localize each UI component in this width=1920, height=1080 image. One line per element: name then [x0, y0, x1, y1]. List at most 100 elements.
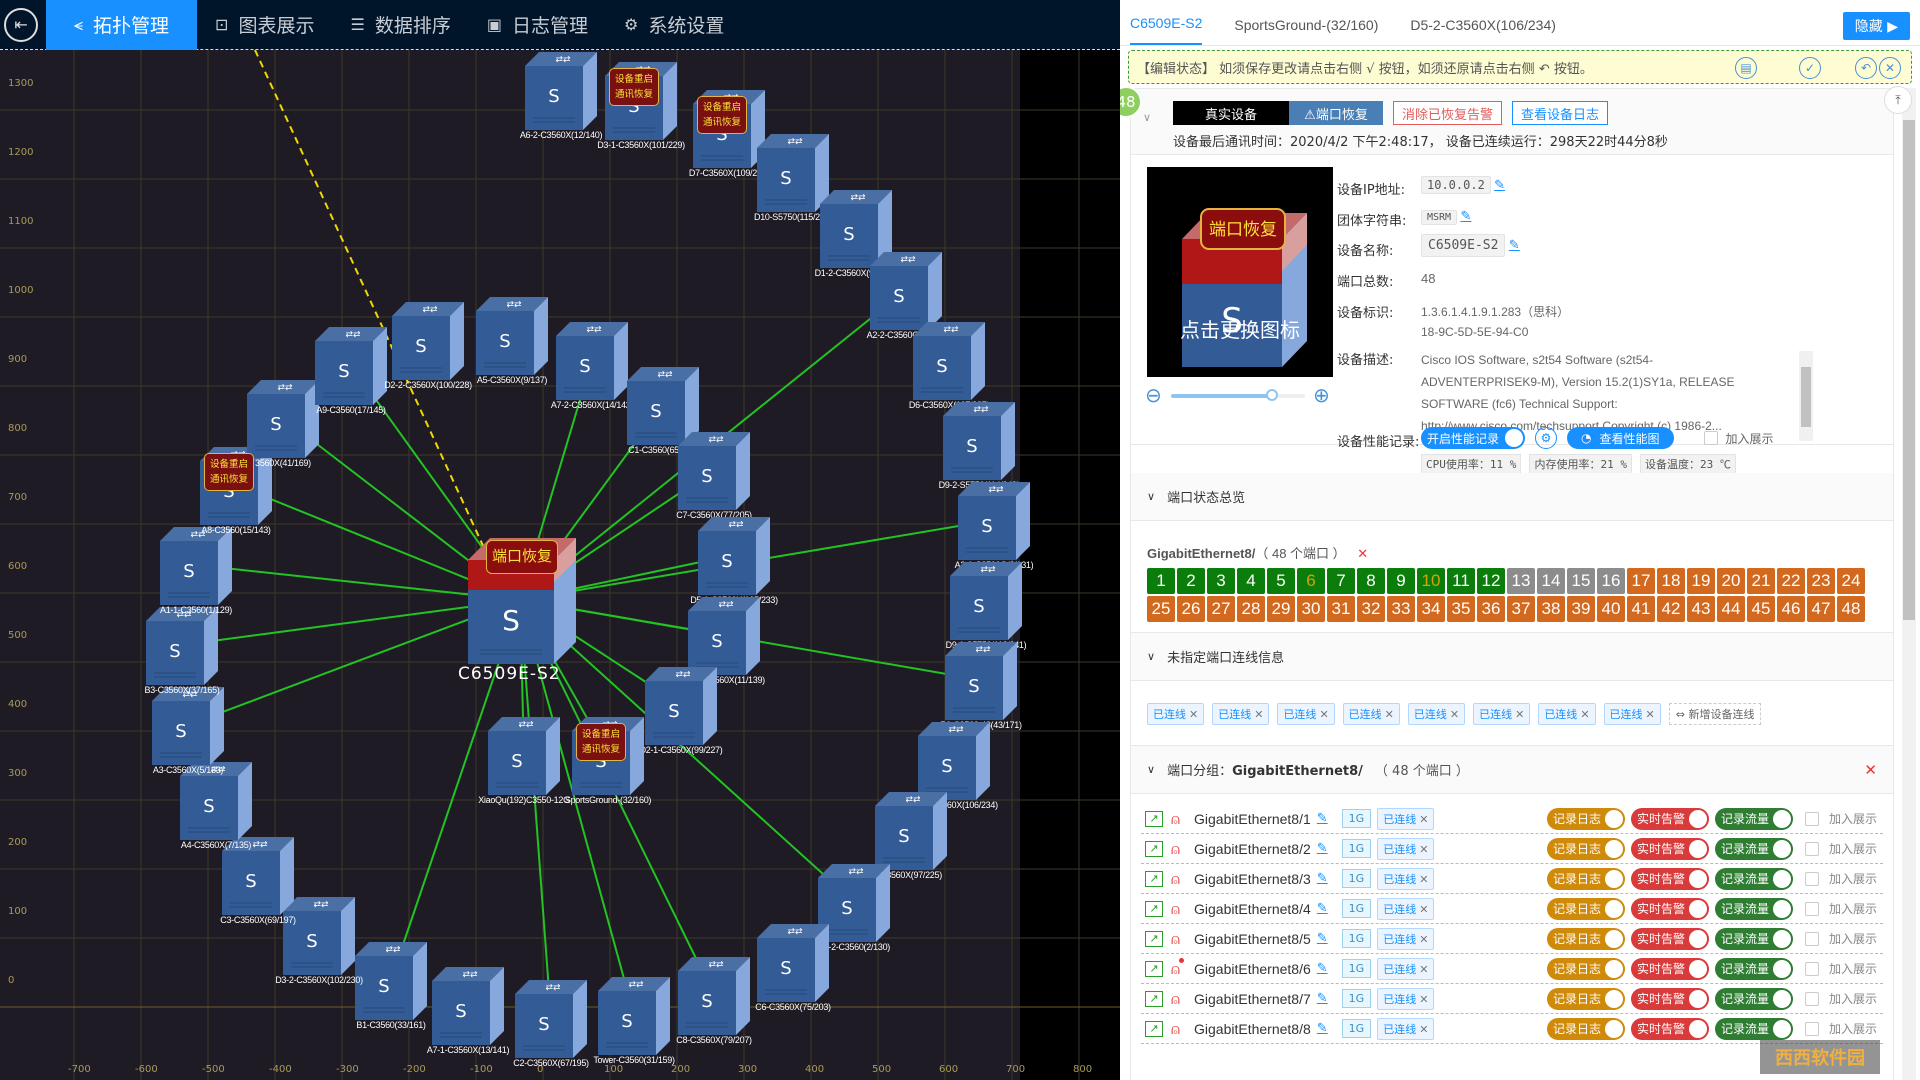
port-cell[interactable]: 6: [1297, 568, 1325, 594]
perf-record-toggle[interactable]: 开启性能记录: [1421, 427, 1525, 449]
edit-pencil-icon[interactable]: ✎: [1460, 208, 1471, 223]
port-cell[interactable]: 9: [1387, 568, 1415, 594]
switch-node[interactable]: S ⇄⇄ A2-1-C3560G(3/131): [955, 482, 1034, 570]
switch-node[interactable]: S ⇄⇄ C3560X(97/225): [875, 792, 947, 880]
port-cell[interactable]: 30: [1297, 596, 1325, 622]
edit-pencil-icon[interactable]: ✎: [1317, 871, 1328, 886]
port-cell[interactable]: 11: [1447, 568, 1475, 594]
add-show-checkbox[interactable]: [1804, 871, 1819, 886]
alarm-siren-icon[interactable]: ⍝: [1171, 957, 1185, 978]
log-record-toggle[interactable]: 记录日志: [1546, 987, 1625, 1010]
alarm-badge[interactable]: 设备重启 通讯恢复: [697, 96, 747, 134]
traffic-chart-icon[interactable]: ↗: [1145, 1020, 1163, 1037]
switch-node[interactable]: S ⇄⇄ D2-2-C3560X(100/228): [384, 302, 472, 390]
edit-pencil-icon[interactable]: ✎: [1317, 811, 1328, 826]
connected-tag[interactable]: 已连线 ✕: [1377, 837, 1435, 860]
port-cell[interactable]: 7: [1327, 568, 1355, 594]
nav-item-4[interactable]: ⚙ 系统设置: [606, 0, 742, 50]
port-cell[interactable]: 14: [1537, 568, 1565, 594]
core-switch-node[interactable]: S 端口恢复 C6509E-S2: [458, 538, 576, 684]
switch-node[interactable]: S ⇄⇄ Tower-C3560(31/159): [593, 977, 675, 1065]
back-to-top-icon[interactable]: ⤒: [1884, 86, 1912, 114]
traffic-chart-icon[interactable]: ↗: [1145, 930, 1163, 947]
connected-tag[interactable]: 已连线 ✕: [1377, 957, 1435, 980]
switch-node[interactable]: S ⇄⇄ D9-1-S5750(113/241): [946, 562, 1027, 650]
flow-record-toggle[interactable]: 记录流量: [1714, 987, 1793, 1010]
exit-icon[interactable]: ⇤: [4, 7, 38, 42]
switch-node[interactable]: S ⇄⇄ B3-C3560X(37/165): [145, 607, 220, 695]
close-icon[interactable]: ✕: [1419, 843, 1428, 856]
flow-record-toggle[interactable]: 记录流量: [1714, 807, 1793, 830]
port-cell[interactable]: 36: [1477, 596, 1505, 622]
port-cell[interactable]: 26: [1177, 596, 1205, 622]
port-cell[interactable]: 46: [1777, 596, 1805, 622]
alarm-siren-icon[interactable]: ⍝: [1171, 810, 1180, 828]
edit-pencil-icon[interactable]: ✎: [1317, 991, 1328, 1006]
switch-node[interactable]: S ⇄⇄ A9-C3560(17/145): [315, 327, 387, 415]
connected-tag[interactable]: 已连线 ✕: [1377, 1017, 1435, 1040]
switch-node[interactable]: S ⇄⇄ D3-1-C3560X(101/229)设备重启通讯恢复: [597, 62, 685, 150]
realtime-alarm-toggle[interactable]: 实时告警: [1630, 867, 1709, 890]
connected-tag[interactable]: 已连线 ✕: [1377, 987, 1435, 1010]
switch-node[interactable]: S ⇄⇄ D5-1-C3560X(105/233): [690, 517, 778, 605]
traffic-chart-icon[interactable]: ↗: [1145, 990, 1163, 1007]
traffic-chart-icon[interactable]: ↗: [1145, 840, 1163, 857]
realtime-alarm-toggle[interactable]: 实时告警: [1630, 1017, 1709, 1040]
dashed-link-line[interactable]: [254, 50, 486, 551]
port-recover-button[interactable]: ⚠端口恢复: [1289, 101, 1383, 125]
view-perf-chart-button[interactable]: ◔ 查看性能图: [1567, 427, 1674, 449]
close-icon[interactable]: ✕: [1419, 813, 1428, 826]
log-record-toggle[interactable]: 记录日志: [1546, 897, 1625, 920]
flow-record-toggle[interactable]: 记录流量: [1714, 897, 1793, 920]
switch-node[interactable]: S ⇄⇄ 3560X(41/169): [247, 380, 319, 468]
device-description[interactable]: Cisco IOS Software, s2t54 Software (s2t5…: [1421, 349, 1801, 437]
slider-handle[interactable]: [1265, 389, 1278, 401]
alarm-siren-icon[interactable]: ⍝: [1171, 930, 1180, 948]
realtime-alarm-toggle[interactable]: 实时告警: [1630, 807, 1709, 830]
flow-record-toggle[interactable]: 记录流量: [1714, 927, 1793, 950]
port-cell[interactable]: 29: [1267, 596, 1295, 622]
port-cell[interactable]: 41: [1627, 596, 1655, 622]
port-cell[interactable]: 20: [1717, 568, 1745, 594]
traffic-chart-icon[interactable]: ↗: [1145, 960, 1163, 977]
zoom-out-icon[interactable]: ⊖: [1145, 383, 1162, 407]
alarm-badge[interactable]: 设备重启 通讯恢复: [609, 68, 659, 106]
flow-record-toggle[interactable]: 记录流量: [1714, 1017, 1793, 1040]
close-icon[interactable]: ✕: [1419, 963, 1428, 976]
edit-pencil-icon[interactable]: ✎: [1317, 901, 1328, 916]
close-icon[interactable]: ✕: [1189, 708, 1198, 721]
add-show-checkbox[interactable]: [1804, 991, 1819, 1006]
connected-tag[interactable]: 已连线 ✕: [1377, 867, 1435, 890]
ip-field[interactable]: 10.0.0.2: [1421, 176, 1491, 194]
close-icon[interactable]: ✕: [1254, 708, 1263, 721]
edit-pencil-icon[interactable]: ✎: [1317, 1021, 1328, 1036]
close-icon[interactable]: ✕: [1319, 708, 1328, 721]
edit-pencil-icon[interactable]: ✎: [1317, 841, 1328, 856]
port-cell[interactable]: 15: [1567, 568, 1595, 594]
chevron-down-icon[interactable]: ∨: [1143, 111, 1151, 124]
undo-icon[interactable]: ↶: [1855, 57, 1877, 79]
port-cell[interactable]: 37: [1507, 596, 1535, 622]
port-cell[interactable]: 35: [1447, 596, 1475, 622]
nav-item-2[interactable]: ☰ 数据排序: [332, 0, 468, 50]
port-cell[interactable]: 8: [1357, 568, 1385, 594]
port-cell[interactable]: 47: [1807, 596, 1835, 622]
realtime-alarm-toggle[interactable]: 实时告警: [1630, 987, 1709, 1010]
confirm-check-icon[interactable]: ✓: [1799, 57, 1821, 79]
switch-node[interactable]: S ⇄⇄ A7-1-C3560X(13/141): [427, 967, 509, 1055]
connected-tag[interactable]: 已连线 ✕: [1377, 927, 1435, 950]
port-cell[interactable]: 4: [1237, 568, 1265, 594]
port-cell[interactable]: 19: [1687, 568, 1715, 594]
connected-tag[interactable]: 已连线 ✕: [1147, 703, 1205, 725]
realtime-alarm-toggle[interactable]: 实时告警: [1630, 957, 1709, 980]
port-cell[interactable]: 43: [1687, 596, 1715, 622]
realtime-alarm-toggle[interactable]: 实时告警: [1630, 837, 1709, 860]
alarm-siren-icon[interactable]: ⍝: [1171, 1020, 1180, 1038]
device-name-field[interactable]: C6509E-S2: [1421, 234, 1506, 257]
switch-node[interactable]: S ⇄⇄ A7-2-C3560X(14/142): [551, 322, 633, 410]
alarm-badge[interactable]: 设备重启 通讯恢复: [204, 453, 254, 491]
add-show-checkbox[interactable]: [1804, 931, 1819, 946]
device-icon-picker[interactable]: S 端口恢复 点击更换图标: [1147, 167, 1333, 377]
log-record-toggle[interactable]: 记录日志: [1546, 867, 1625, 890]
zoom-in-icon[interactable]: ⊕: [1313, 383, 1330, 407]
